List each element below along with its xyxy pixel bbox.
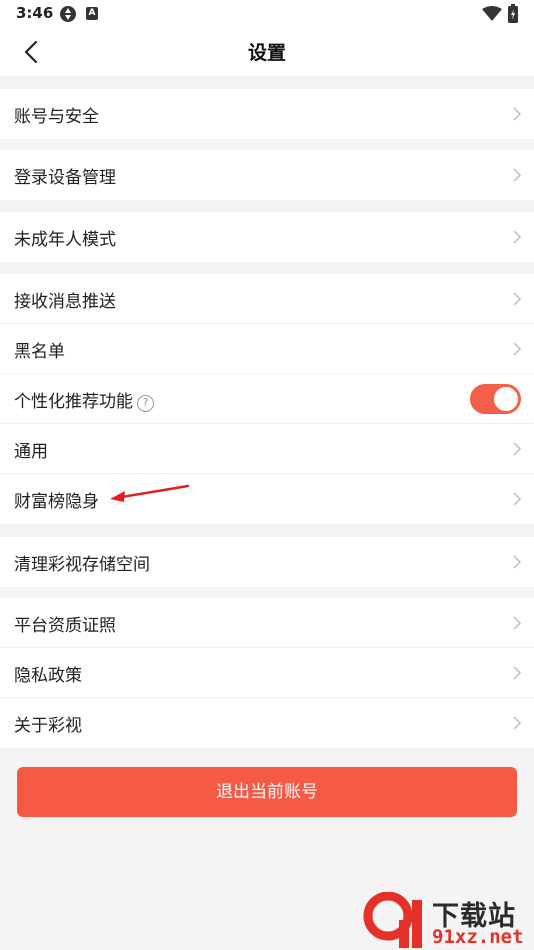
row-label: 账号与安全	[14, 107, 99, 127]
chevron-right-icon	[513, 168, 522, 182]
row-login-devices[interactable]: 登录设备管理	[0, 150, 534, 200]
page-title: 设置	[247, 42, 286, 64]
row-label-text: 个性化推荐功能	[14, 392, 133, 412]
row-label: 平台资质证照	[14, 616, 116, 636]
settings-group-general: 接收消息推送 黑名单 个性化推荐功能? 通用 财富榜隐身	[0, 274, 534, 524]
row-label: 财富榜隐身	[14, 492, 99, 512]
row-clear-storage[interactable]: 清理彩视存储空间	[0, 537, 534, 587]
nav-bar: 设置	[0, 28, 534, 76]
row-label-with-help: 个性化推荐功能?	[14, 387, 154, 412]
row-platform-license[interactable]: 平台资质证照	[0, 598, 534, 648]
chevron-right-icon	[513, 342, 522, 356]
personalized-recommendation-toggle[interactable]	[470, 384, 521, 414]
row-label: 黑名单	[14, 342, 65, 362]
chevron-right-icon	[513, 716, 522, 730]
sync-icon	[60, 6, 76, 22]
row-general[interactable]: 通用	[0, 424, 534, 474]
row-account-security[interactable]: 账号与安全	[0, 89, 534, 139]
chevron-right-icon	[513, 107, 522, 121]
status-bar: 3:46 A	[0, 0, 534, 28]
watermark-logo-icon	[363, 892, 422, 948]
settings-group-minor: 未成年人模式	[0, 212, 534, 262]
row-blacklist[interactable]: 黑名单	[0, 324, 534, 374]
row-label: 登录设备管理	[14, 168, 116, 188]
chevron-right-icon	[513, 555, 522, 569]
chevron-right-icon	[513, 292, 522, 306]
row-label: 通用	[14, 442, 48, 462]
battery-icon	[508, 4, 518, 23]
chevron-right-icon	[513, 616, 522, 630]
status-time: 3:46	[16, 4, 54, 22]
annotation-arrow-icon	[110, 484, 190, 502]
app-a-icon: A	[86, 7, 98, 20]
question-circle-icon[interactable]: ?	[137, 395, 154, 412]
chevron-right-icon	[513, 666, 522, 680]
watermark-text-domain: 91xz.net	[432, 926, 524, 948]
row-label: 隐私政策	[14, 666, 82, 686]
settings-group-account: 账号与安全	[0, 89, 534, 139]
row-about[interactable]: 关于彩视	[0, 698, 534, 748]
logout-button[interactable]: 退出当前账号	[17, 767, 517, 817]
row-personalized-recommendation: 个性化推荐功能?	[0, 374, 534, 424]
wifi-icon	[482, 6, 502, 21]
settings-group-about: 平台资质证照 隐私政策 关于彩视	[0, 598, 534, 748]
row-label: 接收消息推送	[14, 292, 116, 312]
row-privacy-policy[interactable]: 隐私政策	[0, 648, 534, 698]
watermark: 下载站 91xz.net	[360, 892, 534, 950]
settings-group-storage: 清理彩视存储空间	[0, 537, 534, 587]
row-minor-mode[interactable]: 未成年人模式	[0, 212, 534, 262]
settings-group-devices: 登录设备管理	[0, 150, 534, 200]
toggle-knob	[494, 387, 518, 411]
row-label: 关于彩视	[14, 716, 82, 736]
row-label: 未成年人模式	[14, 230, 116, 250]
chevron-right-icon	[513, 442, 522, 456]
chevron-right-icon	[513, 492, 522, 506]
row-label: 清理彩视存储空间	[14, 555, 150, 575]
chevron-right-icon	[513, 230, 522, 244]
row-wealth-rank-invisible[interactable]: 财富榜隐身	[0, 474, 534, 524]
row-push-notifications[interactable]: 接收消息推送	[0, 274, 534, 324]
